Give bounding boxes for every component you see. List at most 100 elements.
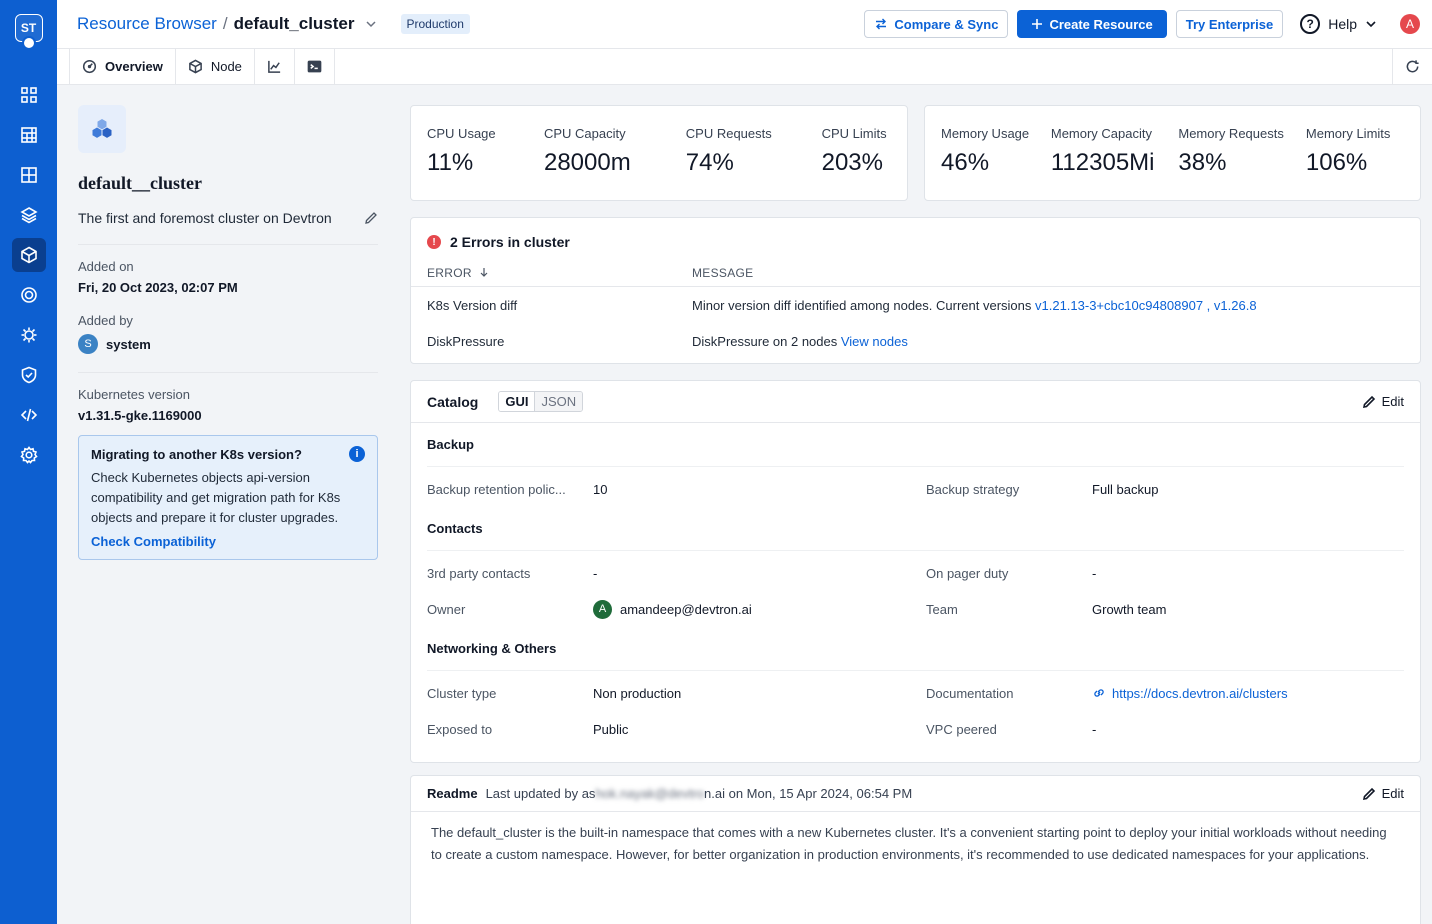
gear-icon (19, 446, 38, 464)
catalog-row: Backup retention polic... 10 Backup stra… (427, 471, 1404, 507)
version-link[interactable]: v1.26.8 (1214, 298, 1257, 313)
devtron-badge-icon (21, 36, 36, 50)
metric-label: Memory Capacity (1050, 126, 1152, 141)
memory-metrics-card: Memory Usage 46% Memory Capacity 112305Mi Me… (924, 105, 1421, 201)
sidebar-nav (11, 78, 46, 472)
sidebar-item-code[interactable] (12, 398, 46, 432)
version-link[interactable]: v1.21.13-3+cbc10c94808907 (1035, 298, 1203, 313)
readme-edit-button[interactable]: Edit (1362, 786, 1404, 801)
org-logo[interactable]: ST (14, 14, 44, 56)
sidebar-item-overview[interactable] (12, 78, 46, 112)
breadcrumb-current-cluster: default_cluster (233, 14, 355, 33)
networking-section-title: Networking & Others (427, 627, 1404, 671)
field-label: VPC peered (926, 721, 997, 737)
sidebar-item-settings[interactable] (12, 438, 46, 472)
json-toggle[interactable]: JSON (534, 392, 583, 411)
stack-icon (19, 207, 38, 224)
error-message: DiskPressure on 2 nodes View nodes (692, 334, 908, 349)
error-message-text: Minor version diff identified among node… (692, 297, 1035, 313)
message-column-header: MESSAGE (692, 266, 754, 280)
field-value: Non production (593, 685, 682, 701)
node-icon (188, 59, 202, 74)
added-by-value: system (106, 336, 151, 352)
error-column-header[interactable]: ERROR (427, 266, 692, 280)
readme-meta-blurred: hok.nayak@devtro (595, 786, 705, 801)
added-by-label: Added by (78, 313, 133, 328)
metric-memory-limits: Memory Limits 106% (1306, 106, 1404, 177)
terminal-icon (307, 60, 322, 73)
errors-table-header: ERROR MESSAGE (411, 250, 1420, 287)
metric-cpu-capacity: CPU Capacity 28000m (544, 106, 686, 177)
try-enterprise-button[interactable]: Try Enterprise (1175, 10, 1284, 38)
readme-title: Readme (427, 786, 478, 801)
metric-value: 28000m (543, 149, 631, 176)
readme-card: Readme Last updated by ashok.nayak@devtr… (410, 775, 1421, 924)
sidebar-item-security[interactable] (12, 318, 46, 352)
arrow-down-icon (481, 268, 488, 277)
errors-header: ! 2 Errors in cluster (411, 218, 1420, 250)
metric-value: 112305Mi (1050, 149, 1155, 176)
memory-metrics: Memory Usage 46% Memory Capacity 112305Mi Me… (925, 106, 1420, 177)
field-label: On pager duty (926, 565, 1009, 581)
owner-value: A amandeep@devtron.ai (593, 599, 926, 619)
cluster-info-panel: default__cluster The first and foremost … (78, 105, 378, 560)
added-on-value: Fri, 20 Oct 2023, 02:07 PM (78, 280, 238, 295)
field-value: Full backup (1092, 481, 1159, 497)
refresh-icon (1406, 60, 1419, 73)
tab-node[interactable]: Node (174, 49, 254, 84)
metric-value: 203% (821, 149, 883, 176)
hexagons-icon (92, 119, 112, 138)
sidebar-item-app-groups[interactable] (12, 158, 46, 192)
tab-terminal[interactable] (293, 49, 335, 84)
refresh-button[interactable] (1392, 49, 1432, 84)
error-message: Minor version diff identified among node… (692, 298, 1257, 313)
metric-label: CPU Requests (685, 126, 772, 141)
gui-toggle[interactable]: GUI (499, 392, 535, 411)
sidebar-item-policies[interactable] (12, 358, 46, 392)
chevron-down-icon[interactable] (365, 18, 377, 30)
documentation-link[interactable]: https://docs.devtron.ai/clusters (1112, 686, 1288, 701)
user-avatar[interactable]: A (1400, 14, 1420, 34)
environment-badge: Production (400, 14, 470, 34)
owner-email: amandeep@devtron.ai (620, 601, 752, 617)
code-icon (20, 408, 37, 422)
tab-monitoring[interactable] (253, 49, 294, 84)
breadcrumb-separator: / (222, 14, 228, 33)
k8s-version-label: Kubernetes version (78, 387, 191, 402)
create-resource-button[interactable]: Create Resource (1017, 10, 1167, 38)
cluster-description: The first and foremost cluster on Devtro… (78, 210, 332, 226)
field-label: Owner (427, 601, 466, 617)
table-row: K8s Version diff Minor version diff iden… (411, 287, 1420, 323)
catalog-edit-button[interactable]: Edit (1362, 394, 1404, 409)
view-toggle: GUI JSON (498, 391, 584, 412)
metric-label: Memory Limits (1305, 126, 1391, 141)
check-compatibility-link[interactable]: Check Compatibility (91, 534, 365, 549)
readme-edit-label: Edit (1381, 786, 1404, 801)
breadcrumb-resource-browser[interactable]: Resource Browser (77, 14, 217, 34)
sidebar-item-resource-watcher[interactable] (12, 278, 46, 312)
field-value: Public (593, 721, 629, 737)
tab-overview-label: Overview (105, 59, 163, 74)
metric-label: CPU Capacity (543, 126, 626, 141)
view-nodes-link[interactable]: View nodes (841, 334, 908, 349)
metric-memory-capacity: Memory Capacity 112305Mi (1051, 106, 1179, 177)
app-grid-icon (20, 167, 37, 183)
tab-overview[interactable]: Overview (69, 49, 175, 84)
migration-body: Check Kubernetes objects api-version com… (91, 470, 341, 525)
pencil-icon[interactable] (364, 211, 378, 225)
compare-sync-button[interactable]: Compare & Sync (864, 10, 1009, 38)
cube-icon (20, 246, 37, 264)
metric-value: 38% (1178, 149, 1227, 176)
catalog-edit-label: Edit (1381, 394, 1404, 409)
sidebar-item-charts[interactable] (12, 198, 46, 232)
contacts-section-title: Contacts (427, 507, 1404, 551)
help-menu[interactable]: ? Help (1300, 14, 1377, 34)
version-separator: , (1203, 297, 1214, 313)
documentation-value: https://docs.devtron.ai/clusters (1092, 686, 1288, 701)
sidebar-item-resource-browser[interactable] (11, 238, 46, 272)
field-label: Exposed to (427, 721, 493, 737)
catalog-row: Exposed to Public VPC peered - (427, 711, 1404, 747)
field-value: 10 (593, 481, 608, 497)
sidebar-item-applications[interactable] (12, 118, 46, 152)
grid-icon (20, 87, 37, 103)
